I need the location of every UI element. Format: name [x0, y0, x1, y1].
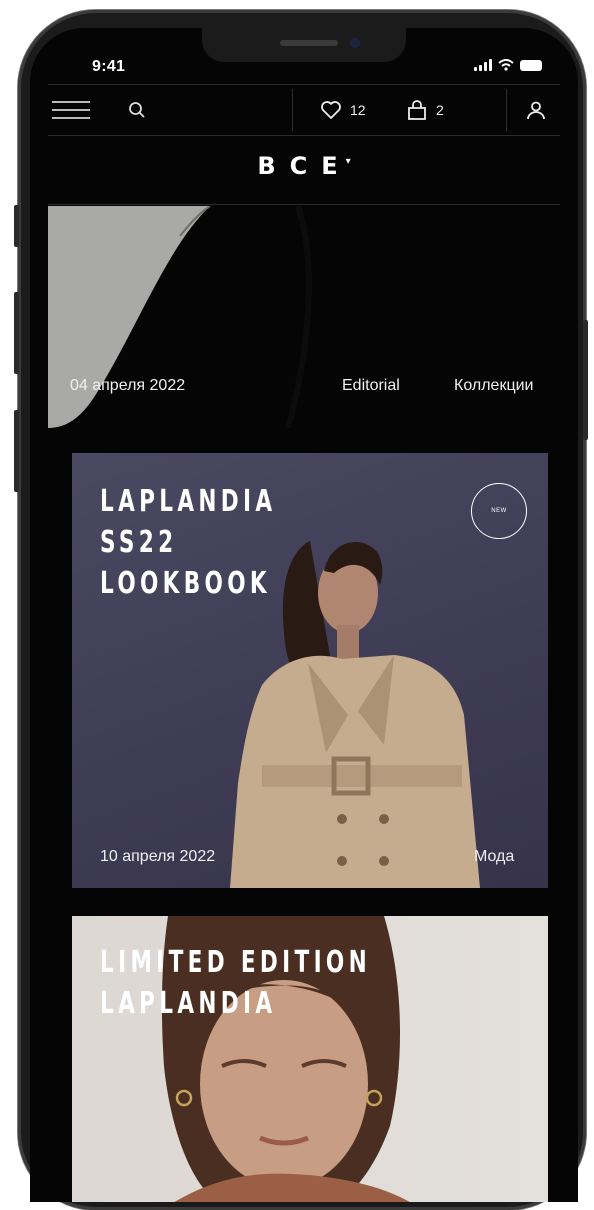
search-button[interactable]	[128, 85, 146, 135]
article-tag-link[interactable]: Мода	[474, 848, 514, 866]
status-icons	[474, 59, 542, 71]
status-time: 9:41	[92, 58, 126, 75]
article-date: 04 апреля 2022	[70, 377, 186, 394]
top-nav-bar: 12 2	[48, 84, 560, 136]
nav-divider	[506, 89, 507, 131]
article-card-limited-edition[interactable]: LIMITED EDITION LAPLANDIA	[72, 916, 548, 1202]
bag-icon	[408, 100, 426, 120]
article-headline: LAPLANDIA SS22 LOOKBOOK	[100, 484, 277, 601]
wishlist-count: 12	[350, 102, 366, 118]
article-date: 10 апреля 2022	[100, 848, 216, 865]
phone-side-button	[583, 320, 588, 440]
app-screen: 9:41 12 2 ВСЕ ▾ 04 апреля 2022 Editorial…	[30, 28, 578, 1202]
cart-count: 2	[436, 102, 444, 118]
search-icon	[129, 102, 145, 118]
cart-button[interactable]: 2	[406, 85, 444, 135]
battery-icon	[520, 59, 542, 71]
signal-icon	[474, 59, 492, 71]
menu-icon	[52, 101, 90, 119]
phone-side-button	[14, 205, 19, 247]
wifi-icon	[498, 59, 514, 71]
chevron-down-icon: ▾	[345, 155, 351, 167]
menu-button[interactable]	[52, 85, 90, 135]
filter-divider	[48, 204, 560, 205]
article-card-lookbook[interactable]: LAPLANDIA SS22 LOOKBOOK NEW 10 апреля 20…	[72, 453, 548, 888]
phone-side-button	[14, 292, 19, 374]
article-headline: LIMITED EDITION LAPLANDIA	[100, 945, 372, 1021]
article-card-editorial[interactable]: 04 апреля 2022 Editorial Коллекции	[48, 206, 560, 428]
article-tag-link[interactable]: Editorial	[342, 377, 400, 395]
category-filter-dropdown[interactable]: ВСЕ ▾	[30, 146, 578, 186]
nav-divider	[292, 89, 293, 131]
wishlist-button[interactable]: 12	[320, 85, 366, 135]
status-bar: 9:41	[30, 28, 578, 84]
new-badge: NEW	[471, 483, 527, 539]
account-button[interactable]	[526, 85, 546, 135]
article-tag-link[interactable]: Коллекции	[454, 377, 533, 395]
heart-icon	[321, 101, 341, 119]
category-filter-label: ВСЕ	[257, 152, 352, 180]
user-icon	[527, 101, 545, 120]
phone-side-button	[14, 410, 19, 492]
